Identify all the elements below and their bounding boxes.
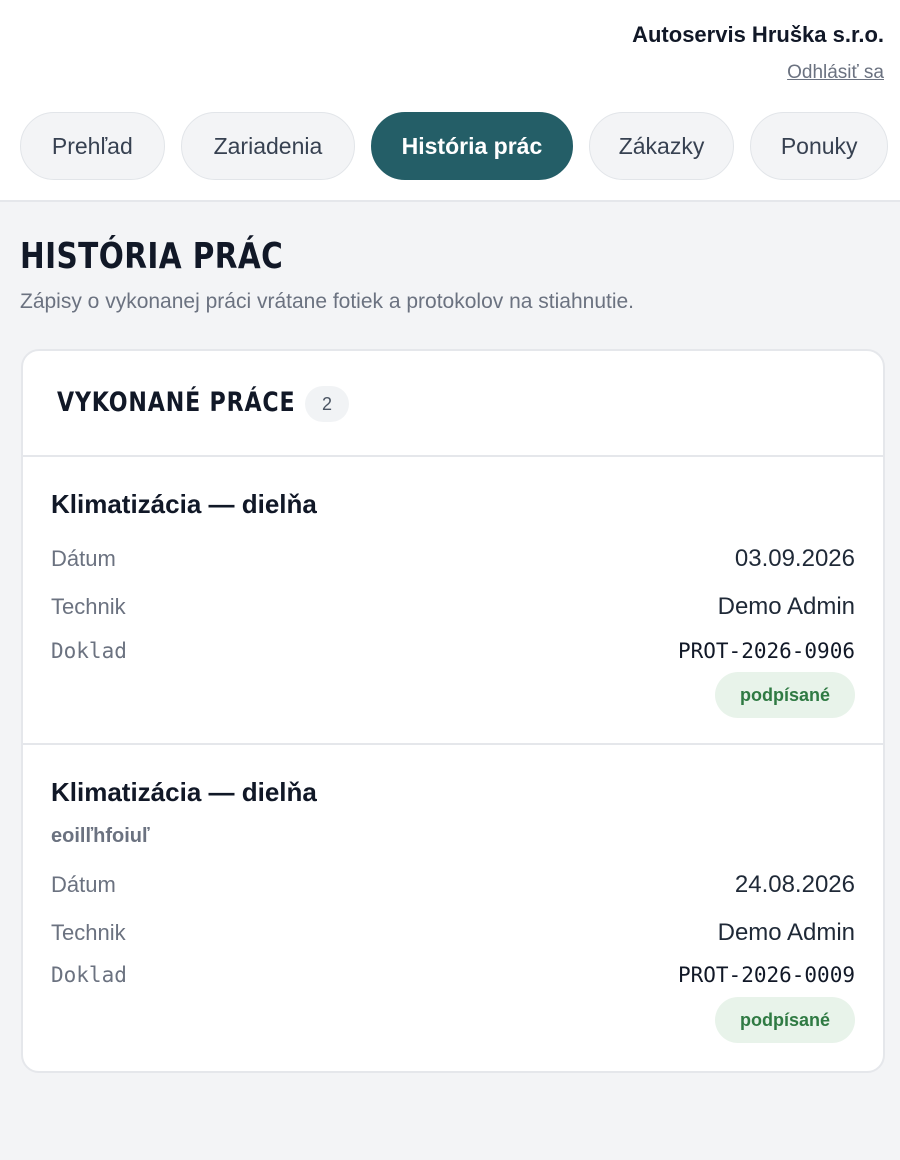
tab-zakazky[interactable]: Zákazky <box>588 112 735 180</box>
document-label: Doklad <box>51 963 127 987</box>
technician-value: Demo Admin <box>717 919 855 946</box>
tab-ponuky[interactable]: Ponuky <box>750 112 888 180</box>
logout-link[interactable]: Odhlásiť sa <box>787 62 884 84</box>
document-value: PROT-2026-0906 <box>677 639 855 663</box>
page-title: HISTÓRIA PRÁC <box>20 236 284 277</box>
company-name: Autoservis Hruška s.r.o. <box>632 22 884 47</box>
date-value: 24.08.2026 <box>734 871 855 898</box>
date-row: Dátum 03.09.2026 <box>51 545 855 573</box>
card-header: VYKONANÉ PRÁCE 2 <box>23 351 883 457</box>
page-subtitle: Zápisy o vykonanej práci vrátane fotiek … <box>20 290 635 313</box>
date-row: Dátum 24.08.2026 <box>51 871 855 899</box>
entry-title: Klimatizácia — dielňa <box>51 777 317 807</box>
work-entry[interactable]: Klimatizácia — dielňa eoilľhfoiuľ Dátum … <box>23 745 883 1071</box>
count-badge: 2 <box>305 386 349 422</box>
technician-row: Technik Demo Admin <box>51 593 855 621</box>
technician-row: Technik Demo Admin <box>51 919 855 947</box>
document-row: Doklad PROT-2026-0009 <box>51 963 855 987</box>
work-history-card: VYKONANÉ PRÁCE 2 Klimatizácia — dielňa D… <box>21 349 885 1073</box>
tab-zariadenia[interactable]: Zariadenia <box>180 112 356 180</box>
work-entry[interactable]: Klimatizácia — dielňa Dátum 03.09.2026 T… <box>23 457 883 745</box>
card-title: VYKONANÉ PRÁCE <box>57 387 296 418</box>
tab-prehlad[interactable]: Prehľad <box>20 112 165 180</box>
top-bar: Autoservis Hruška s.r.o. Odhlásiť sa Pre… <box>0 0 900 202</box>
date-label: Dátum <box>51 872 116 897</box>
date-value: 03.09.2026 <box>734 545 855 572</box>
document-label: Doklad <box>51 639 127 663</box>
status-badge: podpísané <box>715 997 855 1043</box>
document-value: PROT-2026-0009 <box>677 963 855 987</box>
technician-value: Demo Admin <box>717 593 855 620</box>
technician-label: Technik <box>51 594 126 619</box>
main-nav: Prehľad Zariadenia História prác Zákazky… <box>20 112 888 180</box>
entry-title: Klimatizácia — dielňa <box>51 489 317 519</box>
technician-label: Technik <box>51 920 126 945</box>
status-badge: podpísané <box>715 672 855 718</box>
document-row: Doklad PROT-2026-0906 <box>51 639 855 663</box>
tab-historia-prac[interactable]: História prác <box>371 112 573 180</box>
date-label: Dátum <box>51 546 116 571</box>
entry-note: eoilľhfoiuľ <box>51 825 150 847</box>
